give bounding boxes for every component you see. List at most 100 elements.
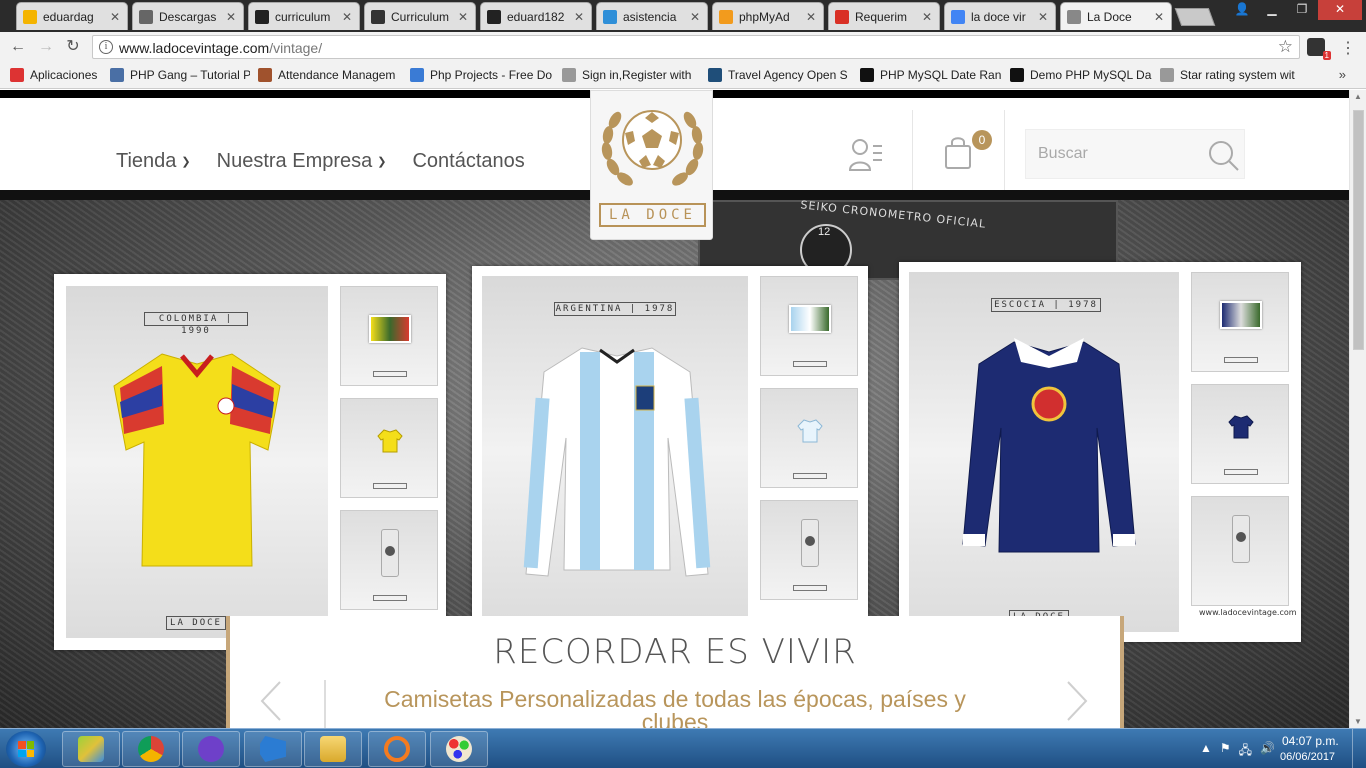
url-text: www.ladocevintage.com/vintage/ xyxy=(119,40,323,56)
bookmark-star-icon[interactable]: ☆ xyxy=(1278,37,1293,57)
clock-time[interactable]: 04:07 p.m. xyxy=(1282,734,1339,748)
taskbar-explorer[interactable] xyxy=(304,731,362,767)
taskbar-app[interactable] xyxy=(368,731,426,767)
slider-next-arrow-icon[interactable] xyxy=(1062,678,1092,724)
minimize-button[interactable]: ▁ xyxy=(1258,0,1286,20)
document-icon xyxy=(23,9,37,24)
scroll-down-icon[interactable]: ▼ xyxy=(1354,717,1362,726)
search-input[interactable] xyxy=(1026,130,1202,178)
tab-close-icon[interactable]: ✕ xyxy=(805,10,817,24)
tab-close-icon[interactable]: ✕ xyxy=(689,10,701,24)
extension-icon[interactable]: 1 xyxy=(1307,38,1331,60)
product-poster-colombia[interactable]: COLOMBIA | 1990 LA DOCE xyxy=(54,274,446,650)
bookmarks-overflow-icon[interactable]: » xyxy=(1339,67,1346,82)
tab-close-icon[interactable]: ✕ xyxy=(457,10,469,24)
new-tab-button[interactable] xyxy=(1174,8,1216,26)
page-scrollbar[interactable]: ▲ ▼ xyxy=(1349,90,1366,728)
close-window-button[interactable]: ✕ xyxy=(1318,0,1362,20)
start-button[interactable] xyxy=(6,731,46,767)
tab-label: eduard182 xyxy=(507,9,565,24)
can-image xyxy=(381,529,399,577)
slider-prev-arrow-icon[interactable] xyxy=(256,678,286,724)
product-poster-argentina[interactable]: ARGENTINA | 1978 xyxy=(472,266,868,636)
poster-main: ESCOCIA | 1978 LA DOCE xyxy=(909,272,1179,632)
taskbar-paint[interactable] xyxy=(430,731,488,767)
show-desktop-button[interactable] xyxy=(1352,729,1366,768)
forward-icon[interactable]: → xyxy=(36,37,56,57)
bookmark-item[interactable]: Travel Agency Open S xyxy=(708,68,852,82)
tab-close-icon[interactable]: ✕ xyxy=(1153,10,1165,24)
colombia-jersey-icon xyxy=(113,353,281,567)
taskbar-visual-studio[interactable] xyxy=(244,731,302,767)
nav-item-tienda[interactable]: Tienda ❯ xyxy=(116,150,191,173)
scrollbar-thumb[interactable] xyxy=(1353,110,1364,350)
address-bar[interactable]: i www.ladocevintage.com/vintage/ ☆ xyxy=(92,35,1300,59)
user-menu-icon[interactable]: 👤 xyxy=(1228,0,1256,20)
thumbnail-can[interactable] xyxy=(1191,496,1289,606)
bookmark-item[interactable]: Attendance Managem xyxy=(258,68,402,82)
thumbnail-can[interactable] xyxy=(340,510,438,610)
network-icon[interactable]: 🖧 xyxy=(1239,741,1252,762)
tab-close-icon[interactable]: ✕ xyxy=(1037,10,1049,24)
bookmark-item[interactable]: PHP Gang – Tutorial P xyxy=(110,68,250,82)
slider-caption: RECORDAR ES VIVIR Camisetas Personalizad… xyxy=(226,616,1124,728)
maximize-button[interactable]: ❐ xyxy=(1288,0,1316,20)
thumbnail-keychain[interactable] xyxy=(760,388,858,488)
tray-expand-icon[interactable]: ▲ xyxy=(1200,741,1212,762)
browser-tab[interactable]: eduardag ✕ xyxy=(16,2,128,30)
bookmark-item[interactable]: Aplicaciones xyxy=(10,68,102,82)
search-icon[interactable] xyxy=(1206,138,1240,172)
site-logo[interactable]: LA DOCE xyxy=(590,90,713,240)
photo-image xyxy=(369,315,411,343)
download-icon xyxy=(139,9,153,24)
web-page: Tienda ❯ Nuestra Empresa ❯ Contáctanos 0 xyxy=(0,90,1349,728)
browser-menu-icon[interactable]: ⋮ xyxy=(1340,38,1356,58)
tab-close-icon[interactable]: ✕ xyxy=(341,10,353,24)
page-icon xyxy=(1160,68,1174,82)
browser-tab[interactable]: asistencia ✕ xyxy=(596,2,708,30)
tab-label: asistencia xyxy=(623,9,677,24)
user-account-icon[interactable] xyxy=(848,136,884,172)
thumbnail-photo[interactable] xyxy=(760,276,858,376)
nav-item-contactanos[interactable]: Contáctanos xyxy=(412,150,524,173)
taskbar-github[interactable] xyxy=(182,731,240,767)
back-icon[interactable]: ← xyxy=(8,37,28,57)
volume-icon[interactable]: 🔊 xyxy=(1260,741,1275,762)
browser-tab[interactable]: Curriculum ✕ xyxy=(364,2,476,30)
scroll-up-icon[interactable]: ▲ xyxy=(1354,92,1362,101)
thumbnail-photo[interactable] xyxy=(1191,272,1289,372)
thumbnail-can[interactable] xyxy=(760,500,858,600)
thumbnail-keychain[interactable] xyxy=(340,398,438,498)
tab-close-icon[interactable]: ✕ xyxy=(109,10,121,24)
action-center-icon[interactable]: ⚑ xyxy=(1220,741,1231,762)
browser-tab[interactable]: eduard182 ✕ xyxy=(480,2,592,30)
bookmark-item[interactable]: Php Projects - Free Do xyxy=(410,68,552,82)
browser-tab[interactable]: la doce vir ✕ xyxy=(944,2,1056,30)
browser-tab[interactable]: curriculum ✕ xyxy=(248,2,360,30)
github-icon xyxy=(255,9,269,24)
thumbnail-photo[interactable] xyxy=(340,286,438,386)
browser-tab[interactable]: phpMyAd ✕ xyxy=(712,2,824,30)
browser-tab[interactable]: La Doce ✕ xyxy=(1060,2,1172,30)
can-image xyxy=(801,519,819,567)
info-icon[interactable]: i xyxy=(99,40,113,54)
reload-icon[interactable]: ↻ xyxy=(63,37,83,57)
tab-close-icon[interactable]: ✕ xyxy=(225,10,237,24)
bookmark-item[interactable]: Sign in,Register with xyxy=(562,68,700,82)
tab-close-icon[interactable]: ✕ xyxy=(573,10,585,24)
scoreboard-clock-number: 12 xyxy=(818,226,831,238)
shopping-bag-icon[interactable] xyxy=(944,136,972,170)
tab-close-icon[interactable]: ✕ xyxy=(921,10,933,24)
browser-tab[interactable]: Requerim ✕ xyxy=(828,2,940,30)
browser-tab[interactable]: Descargas ✕ xyxy=(132,2,244,30)
thumbnail-keychain[interactable] xyxy=(1191,384,1289,484)
taskbar-bluestacks[interactable] xyxy=(62,731,120,767)
clock-date[interactable]: 06/06/2017 xyxy=(1280,751,1335,763)
taskbar-chrome[interactable] xyxy=(122,731,180,767)
bookmark-item[interactable]: Demo PHP MySQL Da xyxy=(1010,68,1152,82)
bookmark-item[interactable]: Star rating system wit xyxy=(1160,68,1300,82)
nav-item-nuestra-empresa[interactable]: Nuestra Empresa ❯ xyxy=(217,150,387,173)
product-poster-escocia[interactable]: ESCOCIA | 1978 LA DOCE www.ladocevintage… xyxy=(899,262,1301,642)
app-icon xyxy=(603,9,617,24)
bookmark-item[interactable]: PHP MySQL Date Ran xyxy=(860,68,1002,82)
